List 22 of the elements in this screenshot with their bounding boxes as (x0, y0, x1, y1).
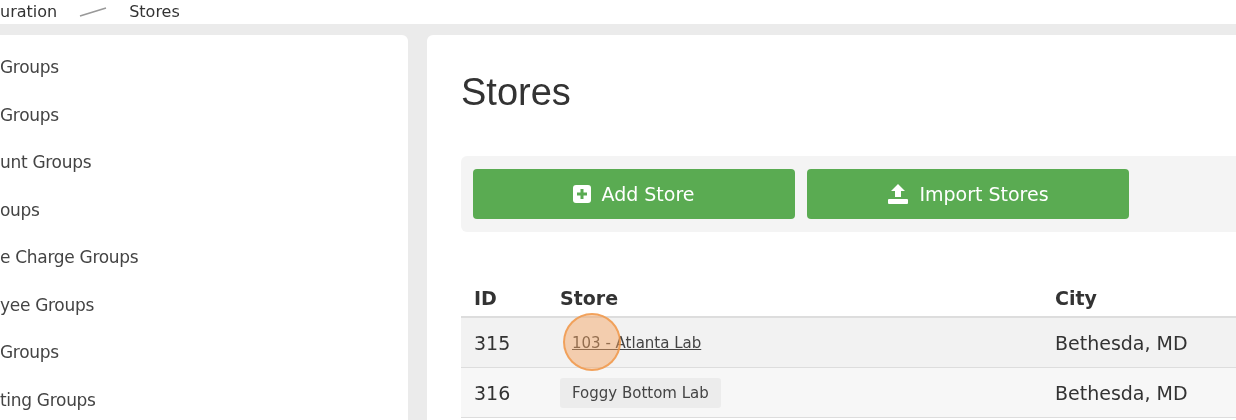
sidebar-item[interactable]: Groups (0, 57, 59, 77)
plus-square-icon (573, 185, 592, 203)
sidebar-item[interactable]: oups (0, 199, 40, 220)
table-cell-text: 316 (474, 381, 512, 404)
table-cell-text: Bethesda, MD (1055, 381, 1189, 404)
upload-icon (887, 184, 910, 204)
sidebar-item[interactable]: Groups (0, 342, 59, 362)
breadcrumb-item[interactable]: Stores (129, 2, 180, 22)
breadcrumb-item[interactable]: uration (0, 2, 58, 22)
sidebar-item[interactable]: yee Groups (0, 294, 94, 315)
column-header: City (1055, 287, 1098, 309)
sidebar-item[interactable]: unt Groups (0, 152, 92, 172)
page-title: Stores (461, 71, 572, 114)
table-cell-text: 315 (474, 331, 512, 354)
table-cell-text: Bethesda, MD (1055, 331, 1189, 354)
separator-icon (79, 7, 108, 17)
sidebar-item[interactable]: Groups (0, 104, 59, 125)
column-header: ID (474, 287, 498, 309)
store-link[interactable]: Foggy Bottom Lab (560, 377, 721, 408)
column-header: Store (560, 287, 620, 309)
sidebar-item[interactable]: ting Groups (0, 389, 96, 410)
sidebar-item[interactable]: e Charge Groups (0, 247, 139, 267)
